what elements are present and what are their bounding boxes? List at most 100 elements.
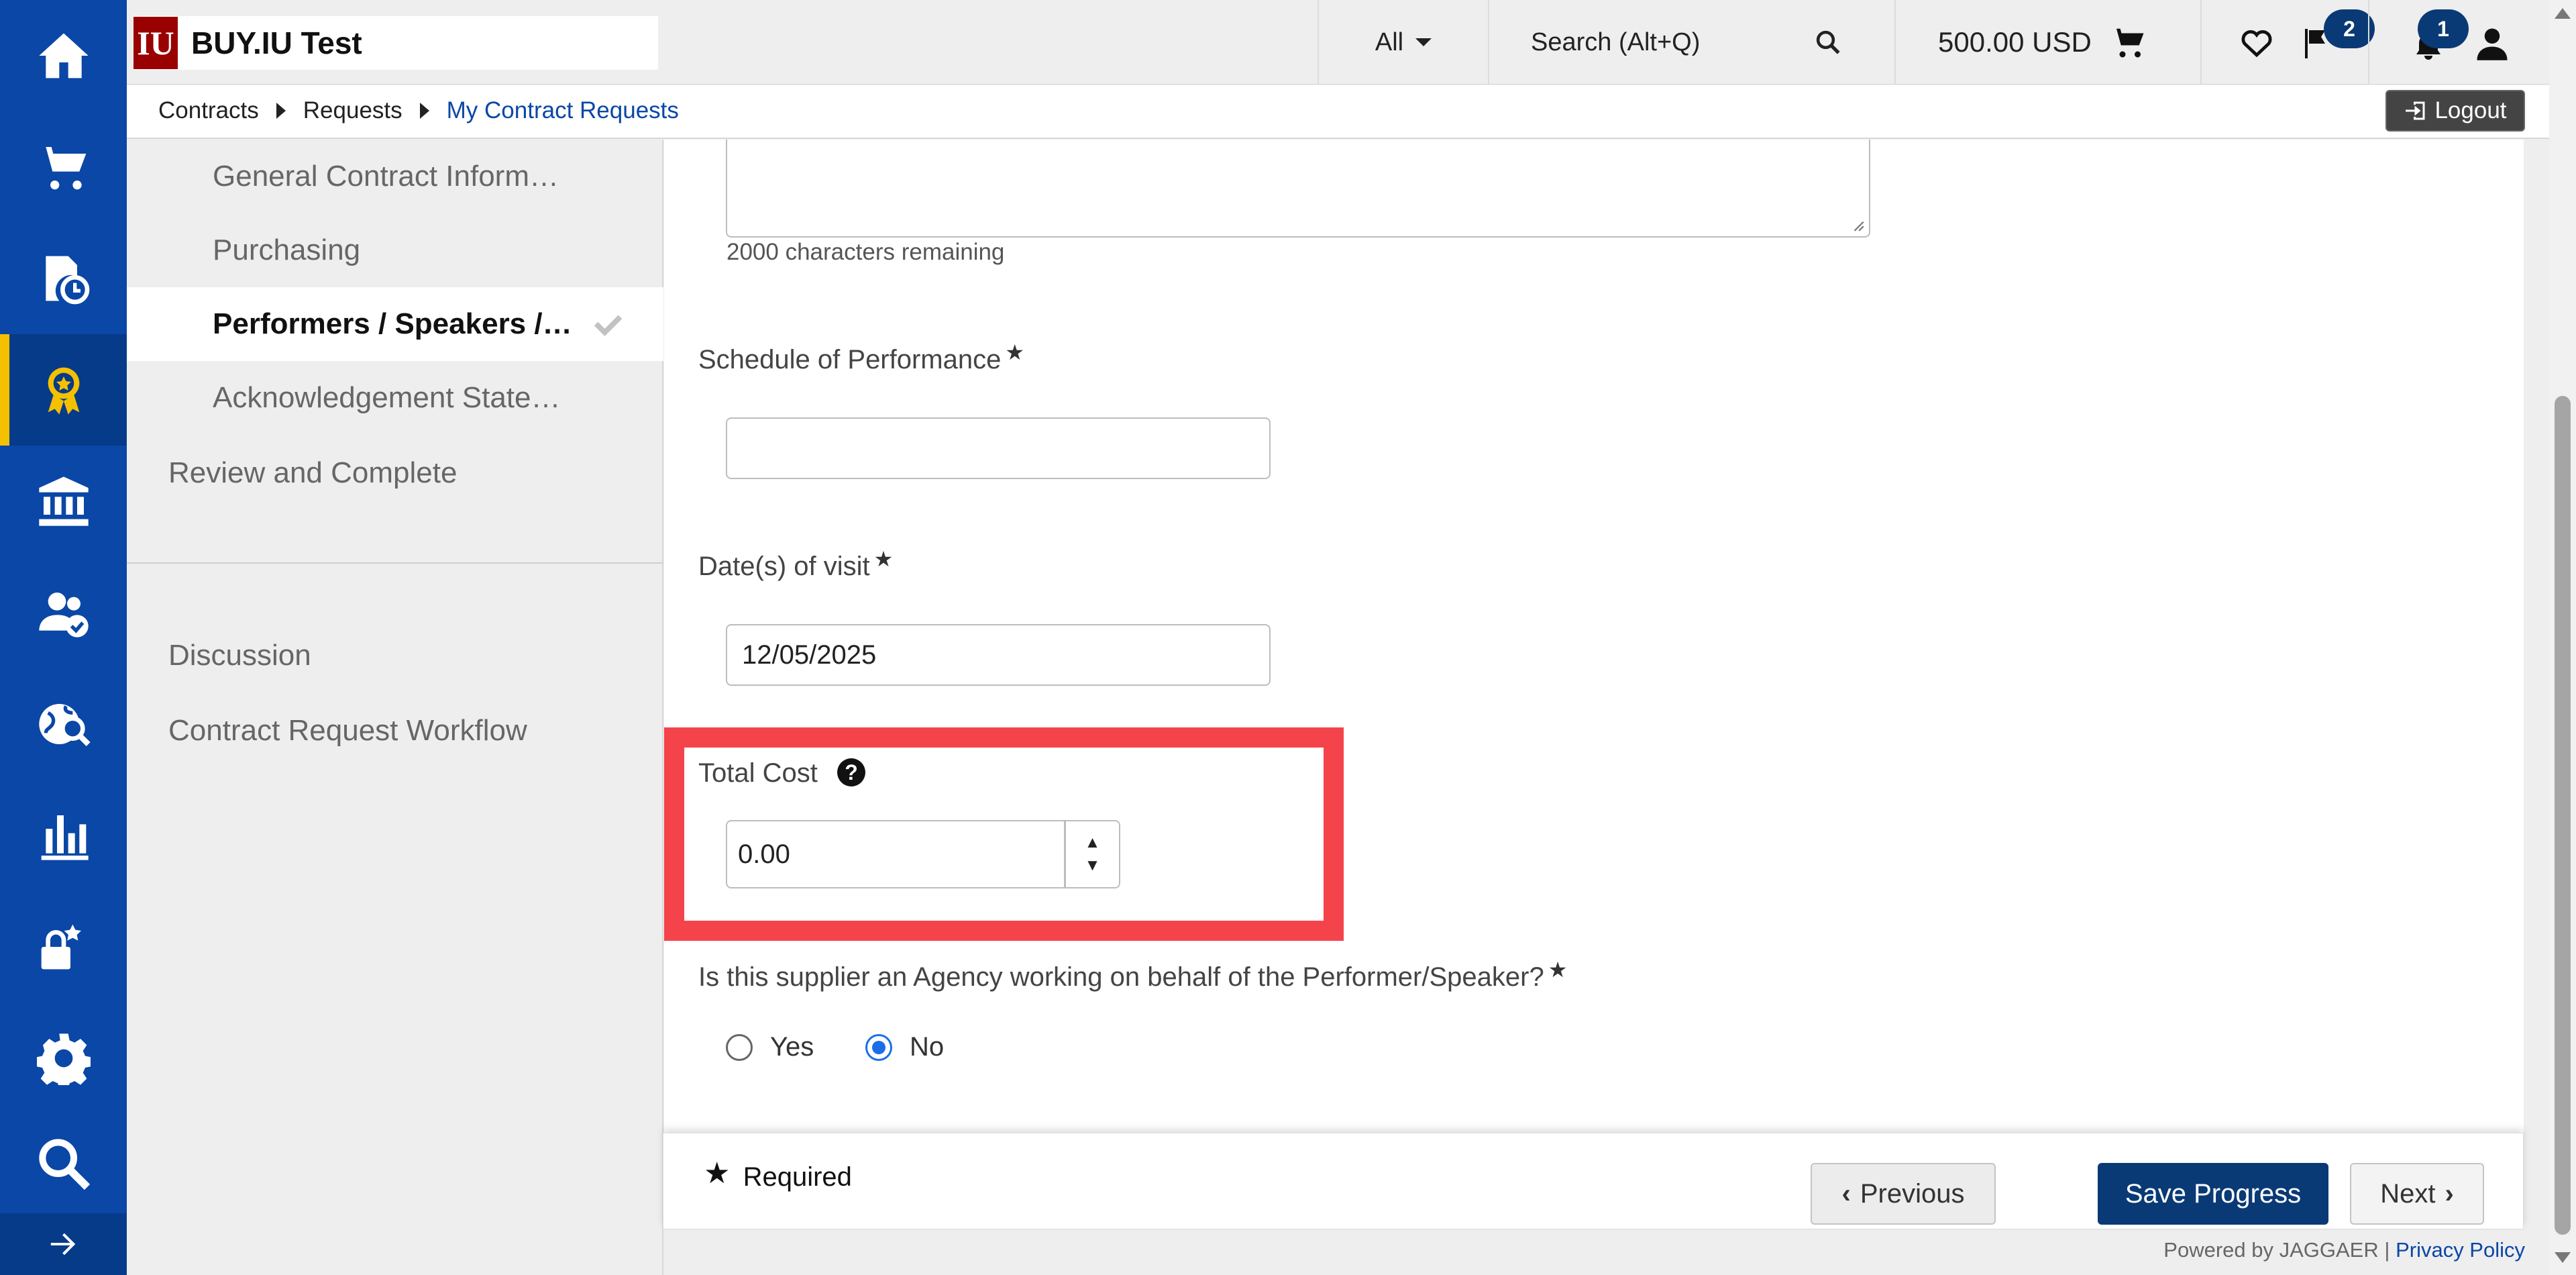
total-cost-value: 0.00 bbox=[738, 839, 790, 869]
shop-nav-button[interactable] bbox=[0, 111, 127, 223]
search-icon[interactable] bbox=[1814, 28, 1842, 56]
page-scrollbar[interactable] bbox=[2549, 0, 2576, 1275]
scroll-up-icon[interactable] bbox=[2555, 8, 2571, 19]
total-cost-label: Total Cost bbox=[698, 758, 818, 788]
search-placeholder: Search (Alt+Q) bbox=[1531, 28, 1701, 56]
user-action-cell: 1 bbox=[2368, 0, 2576, 85]
required-note: ★ Required bbox=[704, 1157, 852, 1193]
required-star-icon: ★ bbox=[1005, 340, 1025, 364]
radio-no[interactable] bbox=[865, 1033, 892, 1061]
characters-remaining: 2000 characters remaining bbox=[727, 239, 1005, 265]
required-star-icon: ★ bbox=[704, 1157, 731, 1190]
search-icon bbox=[38, 1139, 90, 1190]
form-panel: 2000 characters remaining Schedule of Pe… bbox=[664, 140, 2524, 1133]
section-nav-divider bbox=[127, 562, 663, 564]
sourcing-nav-button[interactable] bbox=[0, 668, 127, 780]
dates-of-visit-input[interactable]: 12/05/2025 bbox=[726, 624, 1271, 686]
chevron-left-icon: ‹ bbox=[1841, 1178, 1851, 1209]
schedule-of-performance-input[interactable] bbox=[726, 417, 1271, 479]
agency-no-option[interactable]: No bbox=[865, 1032, 944, 1062]
total-cost-input[interactable]: 0.00 bbox=[726, 820, 1065, 888]
breadcrumb-my-contract-requests[interactable]: My Contract Requests bbox=[447, 97, 679, 124]
search-scope-dropdown[interactable]: All bbox=[1318, 0, 1488, 85]
global-search-input[interactable]: Search (Alt+Q) bbox=[1488, 0, 1894, 85]
save-progress-button[interactable]: Save Progress bbox=[2098, 1163, 2328, 1225]
radio-yes[interactable] bbox=[726, 1033, 753, 1061]
reports-icon bbox=[41, 815, 89, 860]
section-nav-label: Acknowledgement State… bbox=[213, 381, 561, 414]
heart-icon[interactable] bbox=[2241, 28, 2273, 58]
help-icon[interactable]: ? bbox=[837, 758, 865, 786]
section-nav-performers-speakers[interactable]: Performers / Speakers / … bbox=[127, 287, 663, 361]
home-icon bbox=[38, 33, 89, 79]
agency-yes-option[interactable]: Yes bbox=[726, 1032, 814, 1062]
resize-handle-icon[interactable] bbox=[1850, 217, 1865, 232]
flag-count-badge: 2 bbox=[2324, 9, 2375, 48]
arrow-right-icon bbox=[50, 1233, 75, 1256]
check-icon bbox=[594, 315, 623, 336]
admin-nav-button[interactable] bbox=[0, 891, 127, 1003]
caret-down-icon bbox=[1415, 38, 1432, 46]
home-nav-button[interactable] bbox=[0, 0, 127, 111]
suppliers-icon bbox=[38, 593, 89, 638]
contracts-icon bbox=[48, 367, 79, 415]
logout-icon bbox=[2406, 101, 2425, 120]
total-cost-stepper[interactable]: ▲ ▼ bbox=[1065, 820, 1120, 888]
reports-nav-button[interactable] bbox=[0, 780, 127, 891]
dates-of-visit-label: Date(s) of visit ★ bbox=[698, 547, 893, 582]
suppliers-nav-button[interactable] bbox=[0, 557, 127, 668]
search-scope-value: All bbox=[1375, 28, 1404, 56]
required-note-text: Required bbox=[743, 1162, 852, 1192]
description-textarea[interactable] bbox=[726, 140, 1870, 238]
expand-nav-button[interactable] bbox=[0, 1213, 127, 1275]
iu-logo: IU bbox=[133, 17, 178, 69]
stepper-up-icon[interactable]: ▲ bbox=[1085, 831, 1101, 854]
section-nav-contract-request-workflow[interactable]: Contract Request Workflow bbox=[168, 694, 638, 768]
left-nav-rail bbox=[0, 0, 127, 1275]
search-nav-button[interactable] bbox=[0, 1114, 127, 1213]
schedule-of-performance-text: Schedule of Performance bbox=[698, 345, 1002, 374]
previous-label: Previous bbox=[1860, 1178, 1965, 1209]
section-nav-purchasing[interactable]: Purchasing bbox=[213, 213, 708, 287]
chevron-right-icon: › bbox=[2445, 1178, 2454, 1209]
agency-no-label: No bbox=[910, 1032, 945, 1062]
accounts-payable-nav-button[interactable] bbox=[0, 446, 127, 557]
accounts-payable-icon bbox=[38, 476, 89, 526]
previous-button[interactable]: ‹ Previous bbox=[1811, 1163, 1996, 1225]
shop-icon bbox=[38, 147, 86, 190]
section-nav-label: Contract Request Workflow bbox=[168, 714, 527, 747]
cart-total: 500.00 USD bbox=[1938, 26, 2092, 58]
cart-icon bbox=[2112, 28, 2144, 58]
admin-icon bbox=[41, 924, 81, 970]
scrollbar-thumb[interactable] bbox=[2555, 396, 2571, 1235]
section-nav: General Contract Informat… Purchasing Pe… bbox=[127, 140, 708, 1275]
section-nav-review-and-complete[interactable]: Review and Complete bbox=[168, 436, 638, 510]
section-nav-label: General Contract Informat… bbox=[213, 160, 575, 193]
breadcrumb-contracts[interactable]: Contracts bbox=[158, 97, 259, 124]
breadcrumb-separator-icon bbox=[419, 103, 429, 119]
section-nav-general-contract-information[interactable]: General Contract Informat… bbox=[213, 140, 708, 213]
brand-home-link[interactable]: IU BUY.IU Test bbox=[133, 16, 658, 70]
agency-question-text: Is this supplier an Agency working on be… bbox=[698, 962, 1544, 992]
user-icon[interactable] bbox=[2474, 26, 2510, 62]
breadcrumb-bar: Contracts Requests My Contract Requests … bbox=[127, 85, 2576, 139]
setup-nav-button[interactable] bbox=[0, 1003, 127, 1114]
privacy-policy-link[interactable]: Privacy Policy bbox=[2396, 1238, 2525, 1262]
sourcing-icon bbox=[38, 704, 91, 746]
breadcrumb: Contracts Requests My Contract Requests bbox=[158, 97, 679, 124]
stepper-down-icon[interactable]: ▼ bbox=[1085, 854, 1101, 877]
next-button[interactable]: Next › bbox=[2350, 1163, 2484, 1225]
logout-button[interactable]: Logout bbox=[2385, 90, 2525, 132]
section-nav-label: Purchasing bbox=[213, 234, 361, 266]
required-star-icon: ★ bbox=[873, 547, 894, 571]
cart-button[interactable]: 500.00 USD bbox=[1894, 0, 2200, 85]
breadcrumb-requests[interactable]: Requests bbox=[303, 97, 402, 124]
section-nav-discussion[interactable]: Discussion bbox=[168, 619, 638, 693]
scroll-down-icon[interactable] bbox=[2555, 1252, 2571, 1263]
form-footer: ★ Required ‹ Previous Save Progress Next… bbox=[663, 1133, 2524, 1229]
section-nav-label: Discussion bbox=[168, 639, 311, 672]
contracts-nav-button[interactable] bbox=[0, 334, 127, 446]
orders-nav-button[interactable] bbox=[0, 223, 127, 334]
section-nav-acknowledgement-statement[interactable]: Acknowledgement State… bbox=[213, 361, 708, 435]
favorites-action-cell: 2 bbox=[2200, 0, 2375, 85]
